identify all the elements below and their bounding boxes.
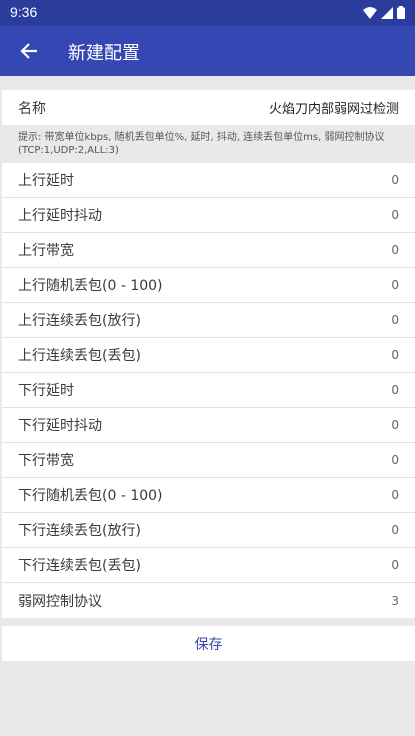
- param-row[interactable]: 上行带宽 0: [2, 233, 415, 268]
- wifi-icon: [363, 6, 377, 19]
- param-label: 下行延时: [18, 383, 74, 399]
- save-button[interactable]: 保存: [195, 634, 223, 654]
- param-label: 上行连续丢包(放行): [18, 313, 141, 329]
- param-value[interactable]: 0: [391, 523, 399, 537]
- param-row[interactable]: 弱网控制协议 3: [2, 583, 415, 618]
- param-label: 下行延时抖动: [18, 418, 102, 434]
- param-row[interactable]: 上行连续丢包(丢包) 0: [2, 338, 415, 373]
- param-value[interactable]: 0: [391, 313, 399, 327]
- param-row[interactable]: 下行延时 0: [2, 373, 415, 408]
- param-value[interactable]: 0: [391, 243, 399, 257]
- param-row[interactable]: 下行延时抖动 0: [2, 408, 415, 443]
- param-label: 下行带宽: [18, 453, 74, 469]
- param-row[interactable]: 上行延时抖动 0: [2, 198, 415, 233]
- hint-text: 提示: 带宽单位kbps, 随机丢包单位%, 延时, 抖动, 连续丢包单位ms,…: [2, 125, 415, 163]
- param-row[interactable]: 上行随机丢包(0 - 100) 0: [2, 268, 415, 303]
- page-title: 新建配置: [68, 43, 140, 64]
- param-row[interactable]: 下行带宽 0: [2, 443, 415, 478]
- param-list: 上行延时 0 上行延时抖动 0 上行带宽 0 上行随机丢包(0 - 100) 0 上行连…: [2, 163, 415, 618]
- param-value[interactable]: 0: [391, 558, 399, 572]
- back-arrow-icon[interactable]: [14, 36, 44, 66]
- param-label: 下行连续丢包(放行): [18, 523, 141, 539]
- name-field-value[interactable]: 火焰刀内部弱网过检测: [269, 98, 399, 117]
- param-value[interactable]: 0: [391, 173, 399, 187]
- param-label: 上行延时: [18, 173, 74, 189]
- save-row: 保存: [2, 626, 415, 661]
- param-row[interactable]: 下行随机丢包(0 - 100) 0: [2, 478, 415, 513]
- name-field-row[interactable]: 名称 火焰刀内部弱网过检测: [2, 90, 415, 125]
- param-label: 弱网控制协议: [18, 593, 102, 610]
- param-row[interactable]: 下行连续丢包(丢包) 0: [2, 548, 415, 583]
- param-row[interactable]: 上行延时 0: [2, 163, 415, 198]
- section-gap: [2, 618, 415, 626]
- param-label: 上行连续丢包(丢包): [18, 348, 141, 364]
- param-value[interactable]: 3: [391, 594, 399, 608]
- param-value[interactable]: 0: [391, 278, 399, 292]
- param-label: 上行带宽: [18, 243, 74, 259]
- param-label: 下行随机丢包(0 - 100): [18, 488, 163, 504]
- status-bar: 9:36: [0, 0, 415, 26]
- param-value[interactable]: 0: [391, 488, 399, 502]
- name-field-label: 名称: [18, 100, 46, 117]
- param-row[interactable]: 下行连续丢包(放行) 0: [2, 513, 415, 548]
- signal-icon: [381, 6, 393, 19]
- battery-icon: [397, 6, 405, 19]
- param-value[interactable]: 0: [391, 383, 399, 397]
- top-spacer: [2, 76, 415, 90]
- param-value[interactable]: 0: [391, 208, 399, 222]
- param-label: 下行连续丢包(丢包): [18, 558, 141, 574]
- config-form: 名称 火焰刀内部弱网过检测 提示: 带宽单位kbps, 随机丢包单位%, 延时,…: [2, 76, 415, 661]
- param-value[interactable]: 0: [391, 453, 399, 467]
- status-icons: [363, 6, 405, 19]
- status-time: 9:36: [10, 4, 38, 20]
- app-bar: 新建配置: [0, 26, 415, 76]
- param-label: 上行随机丢包(0 - 100): [18, 278, 163, 294]
- param-value[interactable]: 0: [391, 348, 399, 362]
- param-row[interactable]: 上行连续丢包(放行) 0: [2, 303, 415, 338]
- param-value[interactable]: 0: [391, 418, 399, 432]
- param-label: 上行延时抖动: [18, 208, 102, 224]
